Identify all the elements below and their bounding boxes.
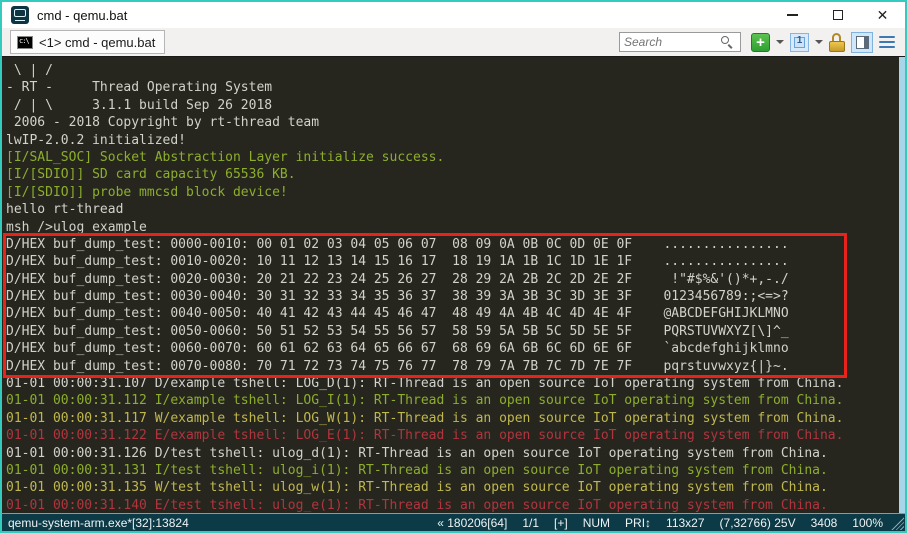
lock-icon[interactable]: [829, 33, 845, 52]
console-line-hexdump: D/HEX buf_dump_test: 0040-0050: 40 41 42…: [6, 305, 905, 322]
console-output[interactable]: \ | / - RT - Thread Operating System / |…: [2, 57, 905, 513]
console-line: 2006 - 2018 Copyright by rt-thread team: [6, 114, 905, 131]
window-title: cmd - qemu.bat: [37, 8, 127, 23]
conemu-icon-screen: [14, 9, 26, 17]
console-line-hexdump: D/HEX buf_dump_test: 0050-0060: 50 51 52…: [6, 323, 905, 340]
maximize-icon: [833, 10, 843, 20]
console-line: [I/SAL_SOC] Socket Abstraction Layer ini…: [6, 149, 905, 166]
conemu-icon-bar: [15, 20, 25, 22]
console-line: lwIP-2.0.2 initialized!: [6, 132, 905, 149]
statusbar-right: « 180206[64] 1/1 [+] NUM PRI↕ 113x27 (7,…: [437, 516, 883, 530]
sidebar-panel-icon: [856, 36, 869, 49]
console-line-hexdump: D/HEX buf_dump_test: 0070-0080: 70 71 72…: [6, 358, 905, 375]
minimize-icon: [787, 14, 798, 16]
console-line: [I/[SDIO]] probe mmcsd block device!: [6, 184, 905, 201]
statusbar-console-size: 113x27: [666, 516, 704, 530]
close-icon: ✕: [877, 8, 889, 22]
console-line: 01-01 00:00:31.122 E/example tshell: LOG…: [6, 427, 905, 444]
window-number-label: 1: [791, 35, 808, 46]
console-line: 01-01 00:00:31.117 W/example tshell: LOG…: [6, 410, 905, 427]
window-controls: ✕: [770, 2, 905, 28]
statusbar-process-info: qemu-system-arm.exe*[32]:13824: [8, 516, 189, 530]
tab-cmd-qemu[interactable]: c:\ <1> cmd - qemu.bat: [10, 30, 165, 54]
tab-label: <1> cmd - qemu.bat: [39, 35, 155, 50]
console-line: 01-01 00:00:31.126 D/test tshell: ulog_d…: [6, 445, 905, 462]
console-line: hello rt-thread: [6, 201, 905, 218]
console-line-hexdump: D/HEX buf_dump_test: 0010-0020: 10 11 12…: [6, 253, 905, 270]
console-line: 01-01 00:00:31.107 D/example tshell: LOG…: [6, 375, 905, 392]
resize-grip[interactable]: [890, 516, 904, 530]
toolbar: + 1: [619, 32, 895, 53]
statusbar-buffer-pos: 1/1: [522, 516, 539, 530]
search-box: [619, 32, 741, 52]
statusbar-console-info: « 180206[64]: [437, 516, 507, 530]
conemu-app-icon: [11, 6, 29, 24]
console-line: msh />ulog example: [6, 219, 905, 236]
console-line: 01-01 00:00:31.135 W/test tshell: ulog_w…: [6, 479, 905, 496]
minimize-button[interactable]: [770, 2, 815, 28]
console-line: 01-01 00:00:31.112 I/example tshell: LOG…: [6, 392, 905, 409]
statusbar-zoom-indicator: [+]: [554, 516, 568, 530]
console-line: \ | /: [6, 62, 905, 79]
search-icon: [720, 35, 734, 49]
statusbar-priority: PRI↕: [625, 516, 651, 530]
conemu-window: cmd - qemu.bat ✕ c:\ <1> cmd - qemu.bat …: [0, 0, 907, 533]
statusbar-numlock: NUM: [583, 516, 610, 530]
console-line: 01-01 00:00:31.140 E/test tshell: ulog_e…: [6, 497, 905, 513]
console-line-hexdump: D/HEX buf_dump_test: 0060-0070: 60 61 62…: [6, 340, 905, 357]
sidebar-toggle-button[interactable]: [851, 32, 873, 53]
titlebar: cmd - qemu.bat ✕: [2, 2, 905, 28]
search-input[interactable]: [624, 35, 720, 49]
console-line: [I/[SDIO]] SD card capacity 65536 KB.: [6, 166, 905, 183]
maximize-button[interactable]: [815, 2, 860, 28]
statusbar-value: 3408: [811, 516, 838, 530]
console-line-hexdump: D/HEX buf_dump_test: 0020-0030: 20 21 22…: [6, 271, 905, 288]
statusbar: qemu-system-arm.exe*[32]:13824 « 180206[…: [2, 513, 905, 531]
tab-toolbar-row: c:\ <1> cmd - qemu.bat + 1: [2, 28, 905, 57]
console-line-hexdump: D/HEX buf_dump_test: 0030-0040: 30 31 32…: [6, 288, 905, 305]
console-line: / | \ 3.1.1 build Sep 26 2018: [6, 97, 905, 114]
console-scrollbar[interactable]: [899, 57, 905, 513]
cmd-icon-badge: c:\: [19, 37, 29, 45]
new-console-button[interactable]: +: [751, 33, 770, 52]
window-switch-dropdown-icon[interactable]: [815, 40, 823, 44]
menu-button[interactable]: [879, 36, 895, 49]
new-console-dropdown-icon[interactable]: [776, 40, 784, 44]
console-line-hexdump: D/HEX buf_dump_test: 0000-0010: 00 01 02…: [6, 236, 905, 253]
statusbar-transparency: 100%: [852, 516, 883, 530]
console-line: 01-01 00:00:31.131 I/test tshell: ulog_i…: [6, 462, 905, 479]
close-button[interactable]: ✕: [860, 2, 905, 28]
cmd-icon: c:\: [17, 36, 33, 49]
console-line: - RT - Thread Operating System: [6, 79, 905, 96]
window-switch-button[interactable]: 1: [790, 33, 809, 52]
statusbar-cursor-info: (7,32766) 25V: [720, 516, 796, 530]
